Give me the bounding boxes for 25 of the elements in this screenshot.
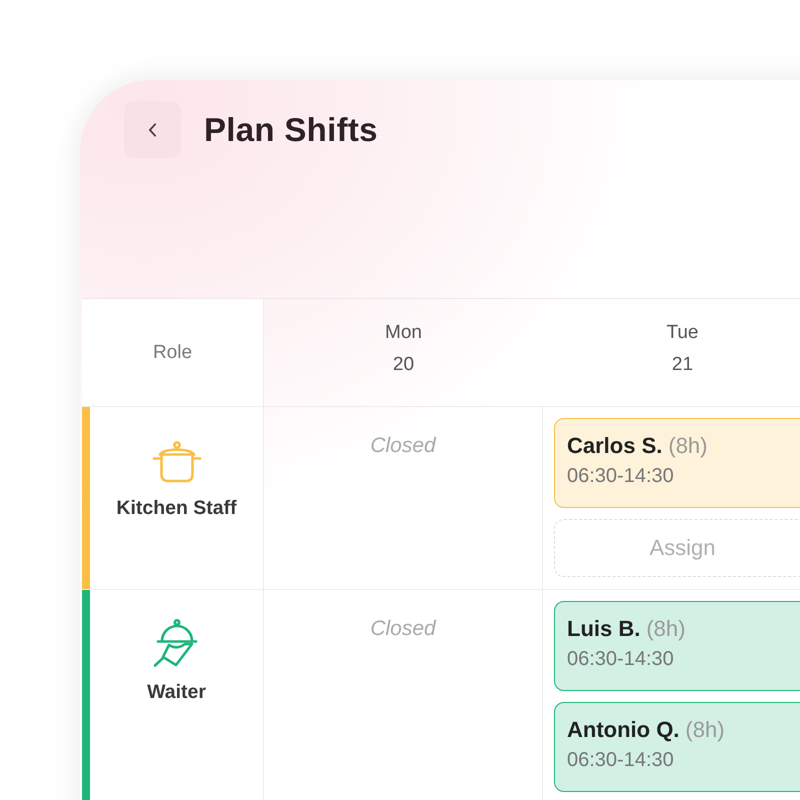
shift-duration: (8h)	[668, 433, 708, 459]
column-header: Role	[152, 342, 192, 364]
day-name: Mon	[385, 322, 422, 344]
shift-card[interactable]: Luis B. (8h) 06:30-14:30	[554, 601, 800, 691]
shift-card[interactable]: Carlos S. (8h) 06:30-14:30	[554, 418, 800, 508]
page-title: Plan Shifts	[204, 110, 378, 150]
role-name: Kitchen Staff	[116, 497, 237, 520]
closed-label: Closed	[370, 617, 436, 641]
employee-name: Carlos S.	[567, 433, 662, 459]
employee-name: Antonio Q.	[567, 717, 680, 743]
shift-time: 06:30-14:30	[567, 465, 675, 488]
employee-name: Luis B.	[567, 616, 640, 642]
closed-label: Closed	[370, 434, 436, 458]
day-name: Tue	[666, 322, 699, 344]
back-button[interactable]	[124, 101, 181, 158]
cooking-pot-icon	[152, 441, 202, 483]
chevron-left-icon	[148, 122, 157, 136]
day-date: 21	[672, 354, 694, 376]
day-date: 20	[392, 354, 414, 376]
role-name: Waiter	[147, 681, 206, 704]
shift-time: 06:30-14:30	[567, 648, 675, 671]
shift-duration: (8h)	[646, 616, 686, 642]
shift-card[interactable]: Antonio Q. (8h) 06:30-14:30	[554, 702, 800, 792]
shift-duration: (8h)	[685, 717, 725, 743]
shift-time: 06:30-14:30	[567, 749, 675, 772]
